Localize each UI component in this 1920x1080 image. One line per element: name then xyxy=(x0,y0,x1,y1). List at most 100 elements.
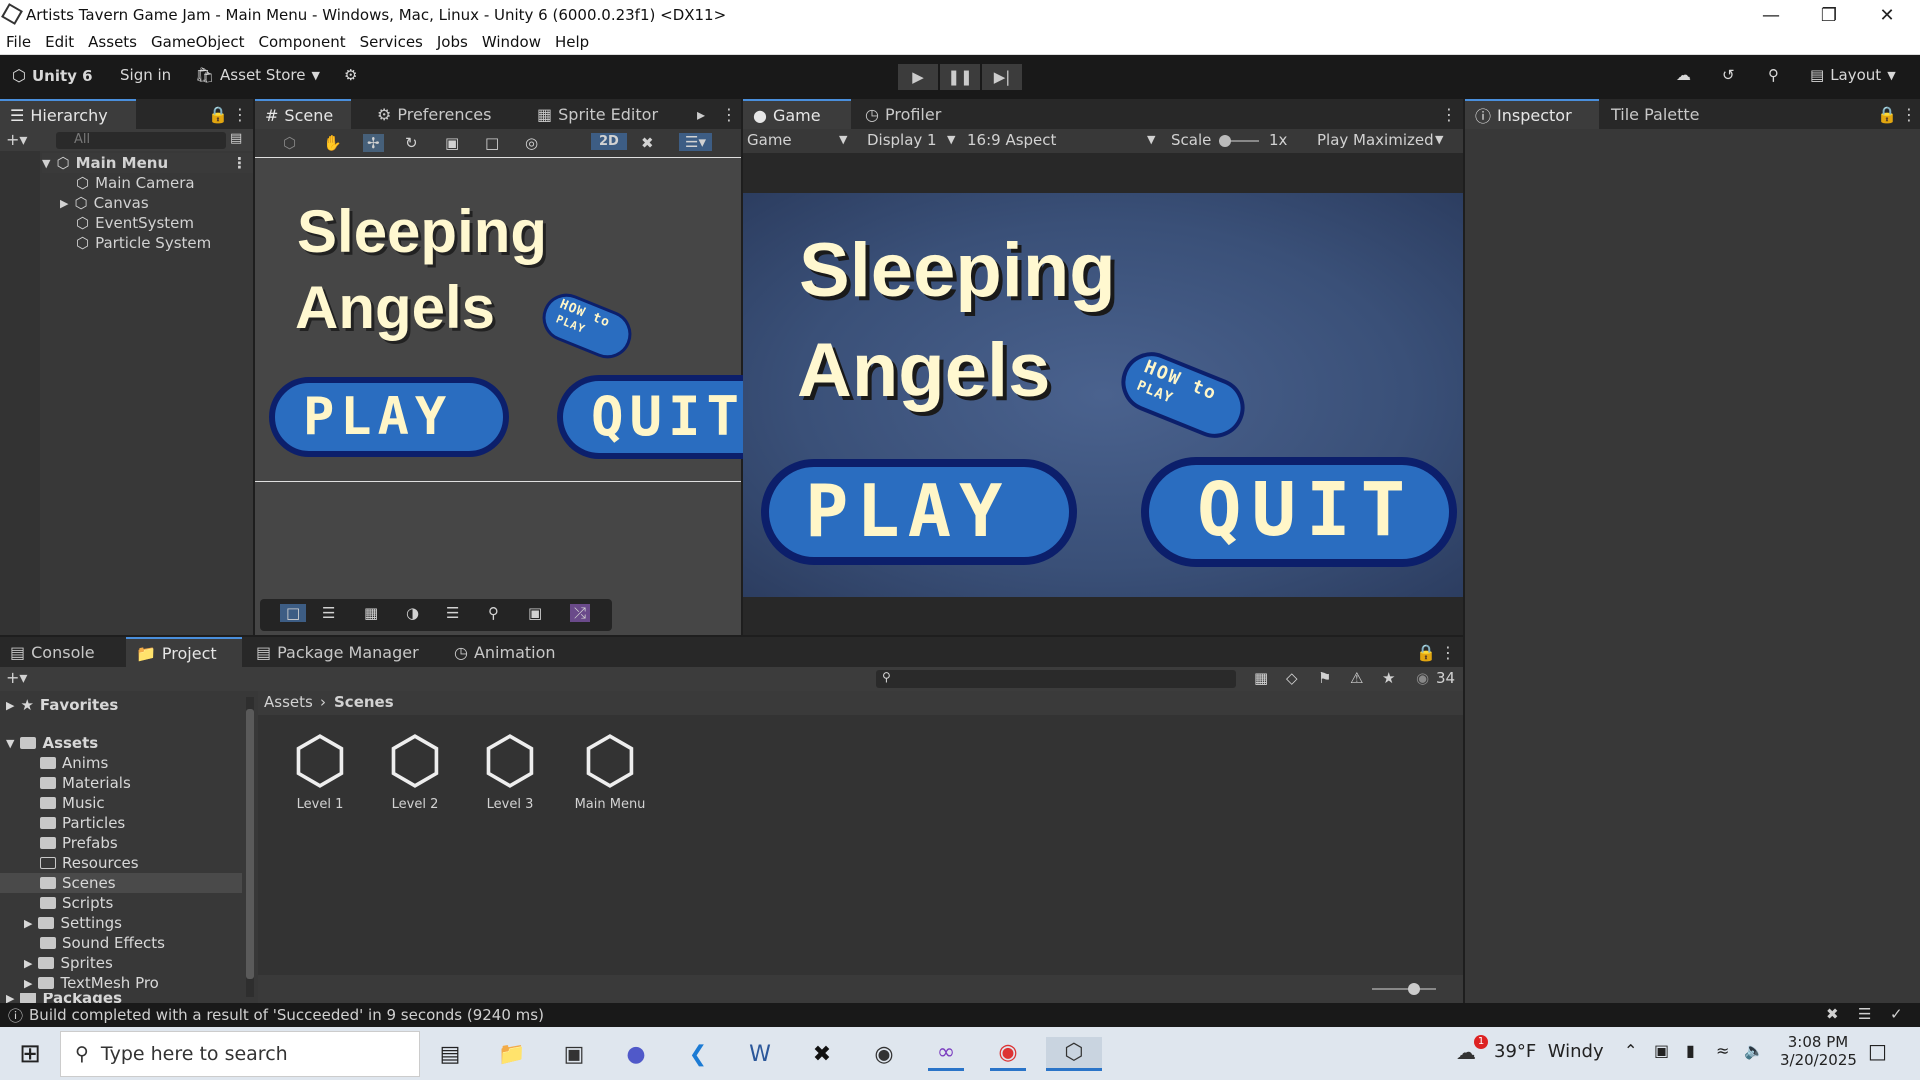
tab-inspector[interactable]: ⓘ Inspector xyxy=(1465,99,1599,129)
scene-how-to-play-button[interactable]: HOW to PLAY xyxy=(535,286,639,366)
scale-tool-icon[interactable]: ▣ xyxy=(445,134,459,152)
tab-package-manager[interactable]: ▤ Package Manager xyxy=(246,637,429,667)
restore-icon[interactable]: ❐ xyxy=(1800,0,1858,30)
kebab-menu-icon[interactable]: ⋮ xyxy=(721,105,737,124)
obs-icon[interactable]: ◉ xyxy=(866,1037,902,1071)
hierarchy-item[interactable]: ⬡ EventSystem xyxy=(76,213,194,233)
project-search-input[interactable]: ⚲ xyxy=(876,670,1236,688)
lighting-icon[interactable]: ✖ xyxy=(641,134,654,152)
asset-store-button[interactable]: 🛍 Asset Store ▼ xyxy=(195,66,320,84)
minimize-icon[interactable]: — xyxy=(1742,0,1800,30)
menu-services[interactable]: Services xyxy=(360,33,423,51)
tab-tile-palette[interactable]: Tile Palette xyxy=(1601,99,1710,129)
scene-asset[interactable]: ⬡ Level 1 xyxy=(280,725,360,812)
scale-slider[interactable] xyxy=(1219,135,1259,147)
menu-component[interactable]: Component xyxy=(259,33,346,51)
package-gear-icon[interactable]: ⚙ xyxy=(344,66,357,84)
tab-profiler[interactable]: ◷ Profiler xyxy=(855,99,951,129)
folder-row[interactable]: Resources xyxy=(40,853,139,873)
2d-toggle[interactable]: 2D xyxy=(591,133,627,150)
filter-type-icon[interactable]: ▦ xyxy=(1254,669,1268,687)
folder-row[interactable]: ▶ Settings xyxy=(24,913,122,933)
battery-icon[interactable]: ▮ xyxy=(1686,1041,1695,1060)
kebab-menu-icon[interactable]: ⋮ xyxy=(1440,643,1456,662)
hierarchy-item[interactable]: ▶ ⬡ Canvas xyxy=(60,193,149,213)
vscode-icon[interactable]: ❮ xyxy=(680,1037,716,1071)
chrome-icon[interactable]: ◉ xyxy=(990,1037,1026,1071)
shading-icon[interactable]: ◑ xyxy=(406,604,419,622)
tab-console[interactable]: ▤ Console xyxy=(0,637,105,667)
folder-row[interactable]: Materials xyxy=(40,773,131,793)
shuffle-icon[interactable]: ⤮ xyxy=(570,604,591,622)
capcut-icon[interactable]: ✖ xyxy=(804,1037,840,1071)
folder-row[interactable]: Anims xyxy=(40,753,108,773)
tray-app-icon[interactable]: ▣ xyxy=(1654,1041,1669,1060)
favorites-row[interactable]: ▶ ★ Favorites xyxy=(6,695,118,715)
windows-start-icon[interactable]: ⊞ xyxy=(12,1037,48,1071)
folder-row[interactable]: Scripts xyxy=(40,893,113,913)
icon-size-slider[interactable] xyxy=(1372,983,1436,995)
zoom-icon[interactable]: ⚲ xyxy=(488,604,499,622)
play-button[interactable]: PLAY xyxy=(761,459,1077,565)
scale-slider-thumb[interactable] xyxy=(1219,135,1231,147)
view-dropdown[interactable]: Game xyxy=(747,131,792,149)
hand-tool-icon[interactable]: ✋ xyxy=(323,134,342,152)
taskbar-search-box[interactable]: ⚲ Type here to search xyxy=(60,1031,420,1077)
how-to-play-button[interactable]: HOW to PLAY xyxy=(1112,343,1254,447)
tab-sprite-editor[interactable]: ▦ Sprite Editor xyxy=(527,99,668,129)
rect-tool-icon[interactable]: □ xyxy=(485,134,499,152)
tab-project[interactable]: 📁 Project xyxy=(126,637,242,667)
orientation-icon[interactable]: ⬡ xyxy=(283,134,296,152)
camera-icon[interactable]: ▣ xyxy=(528,604,542,622)
hierarchy-item[interactable]: ⬡ Main Camera xyxy=(76,173,195,193)
transform-tool-icon[interactable]: ◎ xyxy=(525,134,538,152)
play-mode-dropdown[interactable]: Play Maximized xyxy=(1317,131,1434,149)
word-icon[interactable]: W xyxy=(742,1037,778,1071)
folder-row-selected[interactable]: Scenes xyxy=(0,873,242,893)
add-icon[interactable]: +▾ xyxy=(6,668,27,687)
task-view-icon[interactable]: ▤ xyxy=(432,1037,468,1071)
layers-icon[interactable]: ☰▾ xyxy=(679,133,712,151)
folder-row[interactable]: ▶ TextMesh Pro xyxy=(24,973,159,993)
step-icon[interactable]: ▶| xyxy=(982,64,1022,90)
scene-asset[interactable]: ⬡ Level 2 xyxy=(375,725,455,812)
menu-assets[interactable]: Assets xyxy=(88,33,137,51)
game-viewport[interactable]: Sleeping Angels HOW to PLAY PLAY QUIT xyxy=(743,193,1463,597)
lock-icon[interactable]: 🔒 xyxy=(1416,643,1436,662)
tab-game[interactable]: ● Game xyxy=(743,99,851,129)
sign-in-button[interactable]: Sign in xyxy=(120,66,171,84)
breadcrumb-scenes[interactable]: Scenes xyxy=(334,693,394,711)
kebab-menu-icon[interactable]: ⋮ xyxy=(232,105,248,124)
add-icon[interactable]: +▾ xyxy=(6,130,27,149)
menu-edit[interactable]: Edit xyxy=(45,33,74,51)
tag-icon[interactable]: ⚑ xyxy=(1318,669,1331,687)
volume-icon[interactable]: 🔈 xyxy=(1744,1041,1764,1060)
status-message[interactable]: Build completed with a result of 'Succee… xyxy=(29,1006,544,1024)
cloud-icon[interactable]: ☁ xyxy=(1676,66,1691,84)
layers-icon[interactable]: ☰ xyxy=(1858,1005,1871,1023)
align-icon[interactable]: ☰ xyxy=(322,604,335,622)
check-icon[interactable]: ✓ xyxy=(1890,1005,1903,1023)
tab-scene[interactable]: # Scene xyxy=(255,99,351,129)
icon-size-slider-thumb[interactable] xyxy=(1408,983,1420,995)
menu-file[interactable]: File xyxy=(6,33,31,51)
play-icon[interactable]: ▶ xyxy=(898,64,938,90)
scene-asset[interactable]: ⬡ Main Menu xyxy=(565,725,655,812)
visual-studio-icon[interactable]: ∞ xyxy=(928,1037,964,1071)
warning-icon[interactable]: ⚠ xyxy=(1350,669,1363,687)
folder-row[interactable]: Sound Effects xyxy=(40,933,165,953)
tab-animation[interactable]: ◷ Animation xyxy=(444,637,566,667)
breadcrumb-assets[interactable]: Assets xyxy=(264,693,313,711)
kebab-menu-icon[interactable]: ⋮ xyxy=(1901,105,1917,124)
grid-snap-icon[interactable]: ▦ xyxy=(364,604,378,622)
app-icon[interactable]: ▣ xyxy=(556,1037,592,1071)
history-icon[interactable]: ↺ xyxy=(1722,66,1735,84)
tree-scrollbar[interactable] xyxy=(246,697,254,997)
file-explorer-icon[interactable]: 📁 xyxy=(494,1037,530,1071)
weather-icon[interactable]: ☁ xyxy=(1456,1040,1476,1064)
clock[interactable]: 3:08 PM 3/20/2025 xyxy=(1780,1033,1857,1069)
scene-quit-button[interactable]: QUIT xyxy=(557,375,757,459)
tab-preferences[interactable]: ⚙ Preferences xyxy=(367,99,501,129)
hierarchy-item[interactable]: ⬡ Particle System xyxy=(76,233,211,253)
menu-gameobject[interactable]: GameObject xyxy=(151,33,245,51)
